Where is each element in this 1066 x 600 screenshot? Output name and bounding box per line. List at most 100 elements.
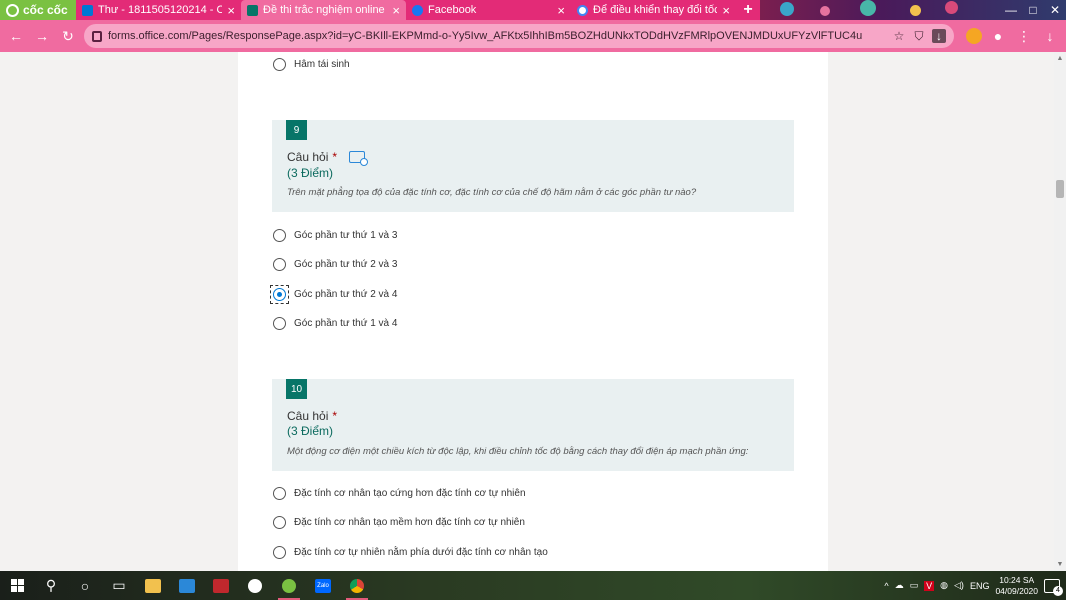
q9-option-3[interactable]: Góc phần tư thứ 2 và 4 [270, 285, 398, 304]
required-marker: * [332, 150, 338, 164]
language-indicator[interactable]: ENG [970, 581, 990, 591]
url-text[interactable]: forms.office.com/Pages/ResponsePage.aspx… [108, 30, 886, 42]
mail-icon[interactable] [170, 571, 204, 600]
notification-center-icon[interactable]: 4 [1044, 578, 1063, 596]
volume-icon[interactable]: ◁) [954, 580, 964, 591]
vertical-scrollbar[interactable]: ▲ ▼ [1054, 52, 1066, 571]
radio-button-selected[interactable] [273, 288, 286, 301]
radio-button[interactable] [273, 229, 286, 242]
reload-icon[interactable]: ↻ [58, 26, 78, 46]
option-label: Đặc tính cơ nhân tạo mềm hơn đặc tính cơ… [294, 517, 525, 528]
question-title-text: Câu hỏi [287, 150, 329, 164]
q10-option-1[interactable]: Đặc tính cơ nhân tạo cứng hơn đặc tính c… [273, 487, 526, 500]
tab-forms[interactable]: Đề thi trắc nghiệm online Trắ × [241, 0, 406, 20]
facebook-icon [412, 4, 423, 16]
q10-option-2[interactable]: Đặc tính cơ nhân tạo mềm hơn đặc tính cơ… [273, 516, 525, 529]
focus-outline [270, 285, 289, 304]
question-title-text: Câu hỏi [287, 409, 329, 423]
q9-option-2[interactable]: Góc phần tư thứ 2 và 3 [273, 258, 397, 271]
scroll-down-icon[interactable]: ▼ [1056, 561, 1064, 568]
question-title: Câu hỏi * [287, 409, 337, 423]
close-tab-icon[interactable]: × [557, 3, 565, 18]
option-prev[interactable]: Hâm tái sinh [273, 58, 350, 71]
scrollbar-thumb[interactable] [1056, 180, 1064, 198]
radio-button[interactable] [273, 487, 286, 500]
tab-title: Đề thi trắc nghiệm online Trắ [263, 4, 387, 16]
maximize-icon[interactable]: □ [1022, 0, 1044, 20]
profile-icon[interactable]: ● [988, 28, 1008, 44]
q9-option-1[interactable]: Góc phần tư thứ 1 và 3 [273, 229, 397, 242]
option-label: Đặc tính cơ tự nhiên nằm phía dưới đặc t… [294, 547, 548, 558]
shield-icon[interactable]: ⛉ [912, 29, 926, 43]
question-9-header: 9 Câu hỏi * (3 Điểm) Trên mặt phẳng tọa … [272, 120, 794, 212]
start-button[interactable] [0, 571, 34, 600]
cortana-icon[interactable]: ○ [68, 571, 102, 600]
zalo-icon[interactable]: Zalo [306, 571, 340, 600]
back-icon[interactable]: ← [6, 26, 26, 46]
scroll-up-icon[interactable]: ▲ [1056, 55, 1064, 62]
option-label: Góc phần tư thứ 2 và 4 [294, 289, 398, 300]
window-controls: — □ ✕ [1000, 0, 1066, 20]
clock[interactable]: 10:24 SA 04/09/2020 [995, 575, 1038, 597]
bookmark-star-icon[interactable]: ☆ [892, 29, 906, 43]
task-view-icon[interactable]: ▭ [102, 571, 136, 600]
tab-title: Facebook [428, 4, 477, 16]
radio-button[interactable] [273, 516, 286, 529]
close-tab-icon[interactable]: × [227, 3, 235, 18]
coccoc-menu-button[interactable]: cốc cốc [0, 0, 76, 20]
option-label: Góc phần tư thứ 1 và 4 [294, 318, 398, 329]
q9-option-4[interactable]: Góc phần tư thứ 1 và 4 [273, 317, 397, 330]
minimize-icon[interactable]: — [1000, 0, 1022, 20]
chrome-icon[interactable] [340, 571, 374, 600]
lock-icon[interactable] [92, 30, 102, 42]
close-tab-icon[interactable]: × [392, 3, 400, 18]
tab-title: Để điều khiển thay đổi tốc độ [593, 4, 718, 16]
battery-icon[interactable]: ▭ [910, 580, 919, 591]
app-icon[interactable] [204, 571, 238, 600]
radio-button[interactable] [273, 58, 286, 71]
question-number: 10 [286, 379, 307, 399]
download-icon[interactable]: ↓ [932, 29, 946, 43]
notification-count: 4 [1053, 585, 1063, 596]
tab-facebook[interactable]: Facebook × [406, 0, 571, 20]
antivirus-icon[interactable]: V [924, 580, 935, 591]
tab-google[interactable]: Để điều khiển thay đổi tốc độ × [571, 0, 736, 20]
xbox-icon[interactable] [238, 571, 272, 600]
search-icon[interactable]: ⚲ [34, 571, 68, 600]
coccoc-logo-icon [6, 3, 19, 17]
option-label: Đặc tính cơ nhân tạo cứng hơn đặc tính c… [294, 488, 526, 499]
option-label: Góc phần tư thứ 1 và 3 [294, 230, 398, 241]
option-label: Hâm tái sinh [294, 59, 350, 70]
q10-option-3[interactable]: Đặc tính cơ tự nhiên nằm phía dưới đặc t… [273, 546, 548, 559]
address-toolbar: ← → ↻ forms.office.com/Pages/ResponsePag… [0, 20, 1066, 52]
question-description: Một động cơ điện một chiều kích từ độc l… [287, 446, 749, 457]
radio-button[interactable] [273, 546, 286, 559]
file-explorer-icon[interactable] [136, 571, 170, 600]
network-icon[interactable]: ◍ [940, 580, 948, 591]
chevron-up-icon[interactable]: ^ [884, 581, 888, 591]
windows-logo-icon [10, 579, 24, 592]
page-viewport: Hâm tái sinh 9 Câu hỏi * (3 Điểm) Trên m… [0, 52, 1054, 571]
address-bar[interactable]: forms.office.com/Pages/ResponsePage.aspx… [84, 24, 954, 48]
windows-taskbar: ⚲ ○ ▭ Zalo ^ ☁ ▭ V ◍ ◁) ENG 10:24 SA 04/… [0, 571, 1066, 600]
option-label: Góc phần tư thứ 2 và 3 [294, 259, 398, 270]
close-tab-icon[interactable]: × [722, 3, 730, 18]
menu-icon[interactable]: ⋮ [1014, 28, 1034, 45]
coccoc-taskbar-icon[interactable] [272, 571, 306, 600]
immersive-reader-icon[interactable] [349, 151, 369, 166]
forward-icon[interactable]: → [32, 26, 52, 46]
radio-button[interactable] [273, 317, 286, 330]
new-tab-button[interactable]: + [736, 0, 760, 20]
download-tray-icon[interactable]: ↓ [1040, 28, 1060, 44]
google-icon [577, 4, 588, 16]
outlook-icon [82, 4, 93, 16]
question-points: (3 Điểm) [287, 424, 334, 438]
clock-time: 10:24 SA [999, 574, 1035, 585]
radio-button[interactable] [273, 258, 286, 271]
cloud-icon[interactable]: ☁ [895, 580, 904, 591]
required-marker: * [332, 409, 338, 423]
question-description: Trên mặt phẳng tọa độ của đặc tính cơ, đ… [287, 187, 697, 198]
close-window-icon[interactable]: ✕ [1044, 0, 1066, 20]
extension-icon[interactable] [966, 28, 982, 44]
tab-outlook[interactable]: Thư - 1811505120214 - Outlo × [76, 0, 241, 20]
